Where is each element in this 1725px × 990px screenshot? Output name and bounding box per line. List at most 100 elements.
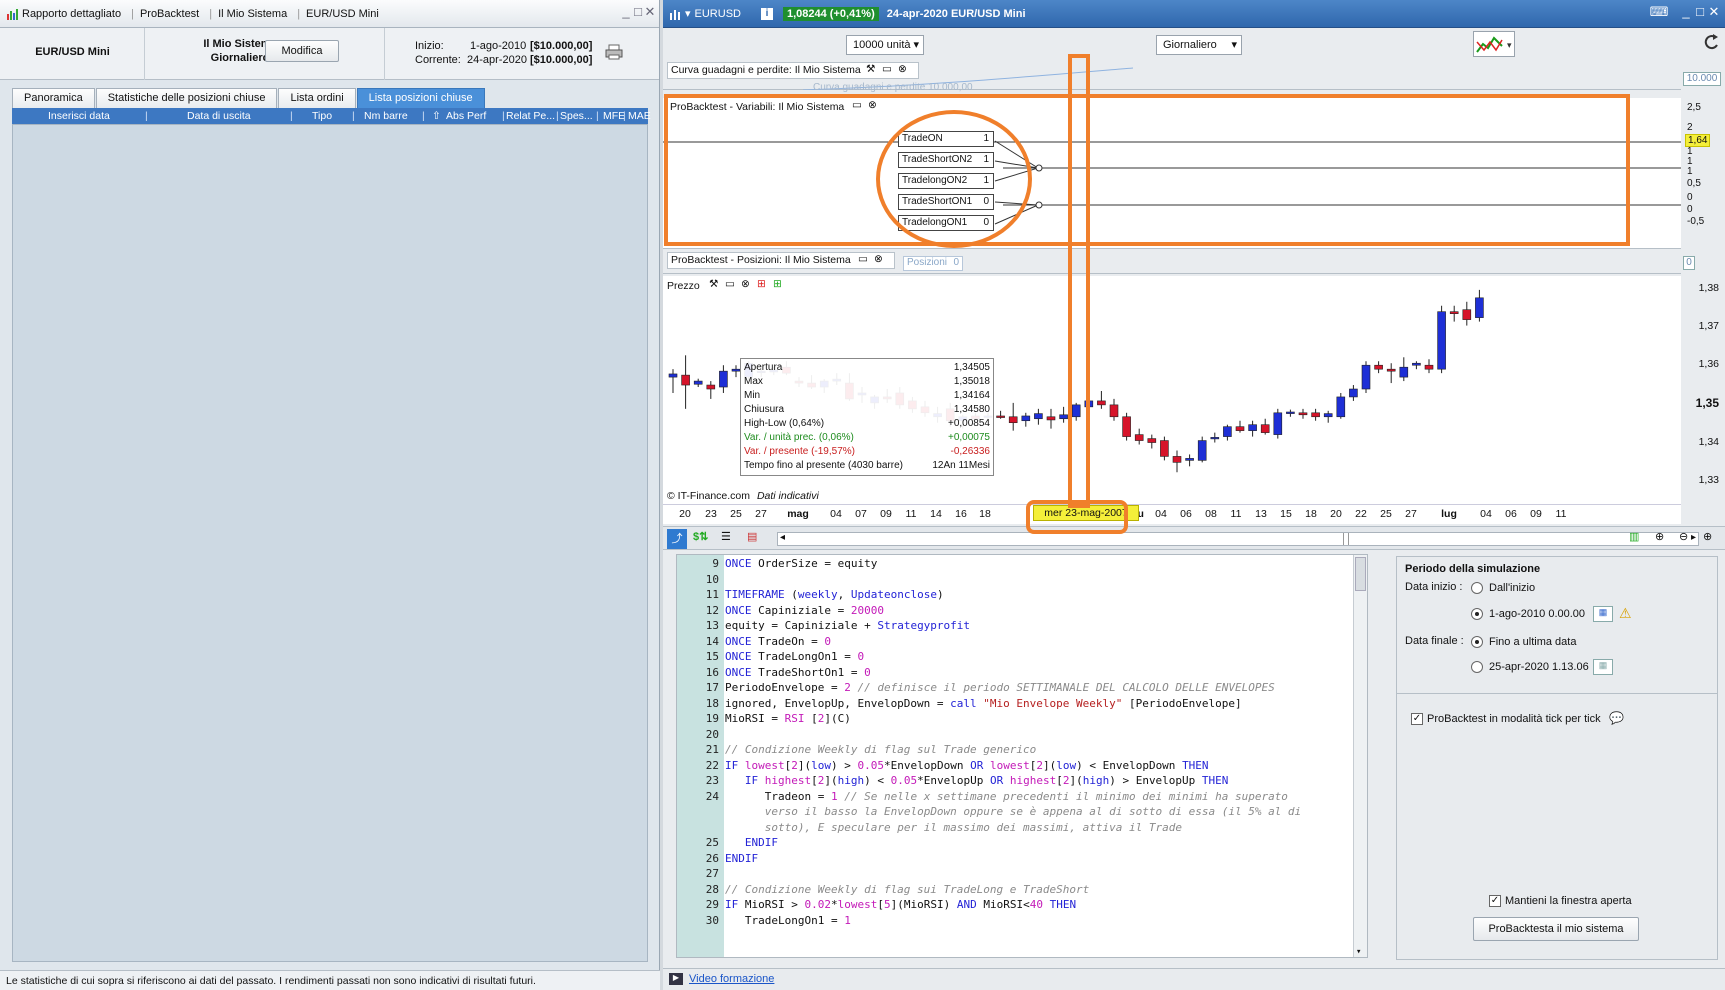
scroll-down-icon[interactable]: ▾ bbox=[1356, 947, 1361, 957]
compare-icon[interactable]: $⇅ bbox=[693, 530, 715, 548]
calendar-icon[interactable]: ▦ bbox=[1593, 659, 1613, 675]
col-relat-perf[interactable]: Relat Pe... bbox=[506, 110, 555, 122]
col-exit-date[interactable]: Data di uscita bbox=[187, 110, 251, 122]
candle[interactable] bbox=[1109, 398, 1119, 421]
candle[interactable] bbox=[1235, 420, 1245, 433]
candle[interactable] bbox=[1160, 436, 1169, 461]
candle[interactable] bbox=[1311, 408, 1320, 421]
share-icon[interactable]: ⤴ bbox=[667, 529, 687, 549]
units-select[interactable]: 10000 unità ▾ bbox=[846, 35, 924, 55]
candle[interactable] bbox=[1046, 408, 1056, 429]
candle[interactable] bbox=[1424, 359, 1434, 374]
candle[interactable] bbox=[1273, 408, 1283, 439]
tab-overview[interactable]: Panoramica bbox=[12, 88, 95, 108]
candle[interactable] bbox=[1298, 408, 1308, 419]
zoom-in-icon[interactable]: ⊕ bbox=[1703, 530, 1721, 548]
print-icon[interactable] bbox=[604, 44, 624, 60]
candle[interactable] bbox=[719, 365, 728, 393]
candle[interactable] bbox=[1399, 357, 1409, 382]
close-icon[interactable]: ✕ bbox=[1707, 5, 1721, 19]
tab-closed-stats[interactable]: Statistiche delle posizioni chiuse bbox=[95, 88, 278, 108]
table-icon[interactable]: ▤ bbox=[747, 530, 765, 548]
indicator-menu-button[interactable]: ▾ bbox=[1473, 31, 1515, 57]
candle[interactable] bbox=[1336, 392, 1346, 419]
code-scroll-thumb[interactable] bbox=[1355, 557, 1366, 591]
candle[interactable] bbox=[1361, 361, 1371, 393]
radio-start-date[interactable] bbox=[1471, 608, 1483, 620]
candle[interactable] bbox=[1122, 412, 1131, 441]
price-badge: 1,08244 (+0,41%) bbox=[782, 6, 879, 21]
candle[interactable] bbox=[1172, 450, 1182, 473]
calendar-icon[interactable]: ▦ bbox=[1593, 606, 1613, 622]
col-expenses[interactable]: Spes... bbox=[560, 110, 593, 122]
minimize-icon[interactable]: _ bbox=[1679, 5, 1693, 19]
close-icon[interactable]: ✕ bbox=[643, 5, 657, 19]
candle[interactable] bbox=[1134, 428, 1144, 445]
keyboard-icon[interactable]: ⌨ bbox=[1649, 5, 1669, 19]
candle[interactable] bbox=[1147, 434, 1157, 449]
tab-orders[interactable]: Lista ordini bbox=[278, 88, 356, 108]
candle[interactable] bbox=[1374, 361, 1383, 374]
sort-up-icon[interactable]: ⇧ bbox=[432, 110, 441, 122]
refresh-icon[interactable] bbox=[1703, 32, 1721, 54]
candle[interactable] bbox=[1223, 424, 1232, 441]
candle[interactable] bbox=[693, 378, 703, 388]
chart-symbol[interactable]: EURUSD bbox=[695, 8, 741, 20]
scroll-thumb[interactable] bbox=[1343, 533, 1349, 545]
zoom-out-icon[interactable]: ⊖ bbox=[1679, 530, 1697, 548]
col-type[interactable]: Tipo bbox=[312, 110, 332, 122]
candle[interactable] bbox=[1475, 289, 1484, 322]
col-abs-perf[interactable]: Abs Perf bbox=[446, 110, 486, 122]
keep-open-checkbox[interactable]: ✓ bbox=[1489, 895, 1501, 907]
radio-last-date[interactable] bbox=[1471, 636, 1483, 648]
symbol-dropdown-icon[interactable]: ▾ bbox=[685, 7, 691, 20]
code-text: ENDIF bbox=[744, 836, 778, 849]
bar-chart-icon[interactable]: ▥ bbox=[1629, 530, 1647, 548]
col-entry-date[interactable]: Inserisci data bbox=[48, 110, 110, 122]
modify-button[interactable]: Modifica bbox=[265, 40, 339, 62]
candle[interactable] bbox=[1260, 418, 1270, 435]
candle[interactable] bbox=[1059, 406, 1068, 423]
info-icon[interactable]: i bbox=[760, 7, 773, 20]
candle[interactable] bbox=[706, 381, 716, 399]
candle[interactable] bbox=[1437, 305, 1446, 374]
candle[interactable] bbox=[1286, 409, 1295, 417]
tab-closed-positions[interactable]: Lista posizioni chiuse bbox=[356, 88, 485, 108]
zoom-fit-icon[interactable]: ⊕ bbox=[1655, 530, 1673, 548]
candle[interactable] bbox=[1185, 454, 1194, 467]
period-select[interactable]: Giornaliero ▾ bbox=[1156, 35, 1242, 55]
candle[interactable] bbox=[1008, 402, 1018, 431]
candle[interactable] bbox=[996, 410, 1005, 419]
candle[interactable] bbox=[668, 369, 678, 393]
candle[interactable] bbox=[1197, 436, 1207, 463]
maximize-icon[interactable]: □ bbox=[1693, 5, 1707, 19]
scroll-left-icon[interactable]: ◂ bbox=[780, 532, 785, 543]
run-backtest-button[interactable]: ProBacktesta il mio sistema bbox=[1473, 917, 1639, 941]
candle[interactable] bbox=[731, 365, 741, 378]
positions-list[interactable] bbox=[12, 124, 648, 962]
help-bubble-icon[interactable]: 💬 bbox=[1609, 711, 1624, 725]
col-bars[interactable]: Nm barre bbox=[364, 110, 408, 122]
candle[interactable] bbox=[1021, 412, 1031, 427]
candle[interactable] bbox=[1210, 432, 1220, 443]
radio-end-date[interactable] bbox=[1471, 661, 1483, 673]
video-training-link[interactable]: Video formazione bbox=[689, 973, 774, 985]
candle[interactable] bbox=[1349, 385, 1358, 401]
col-mfe[interactable]: MFE bbox=[603, 110, 625, 122]
list-icon[interactable]: ☰ bbox=[721, 530, 739, 548]
code-editor[interactable]: 9 ONCE OrderSize = equity 10 11 TIMEFRAME (w… bbox=[676, 554, 1368, 958]
code-scrollbar[interactable]: ▾ bbox=[1353, 555, 1367, 957]
candle[interactable] bbox=[1248, 420, 1257, 437]
candle[interactable] bbox=[681, 355, 690, 409]
candle[interactable] bbox=[1386, 363, 1396, 384]
candle[interactable] bbox=[1449, 305, 1459, 322]
candle[interactable] bbox=[1323, 410, 1333, 423]
candle[interactable] bbox=[1462, 301, 1472, 326]
tick-mode-checkbox[interactable]: ✓ bbox=[1411, 713, 1423, 725]
col-mae[interactable]: MAE bbox=[628, 110, 651, 122]
chart-scrollbar[interactable]: ◂ ▸ bbox=[777, 532, 1699, 546]
radio-from-start[interactable] bbox=[1471, 582, 1483, 594]
candle[interactable] bbox=[1412, 361, 1421, 370]
candle[interactable] bbox=[1034, 408, 1043, 425]
candle[interactable] bbox=[1097, 390, 1106, 409]
